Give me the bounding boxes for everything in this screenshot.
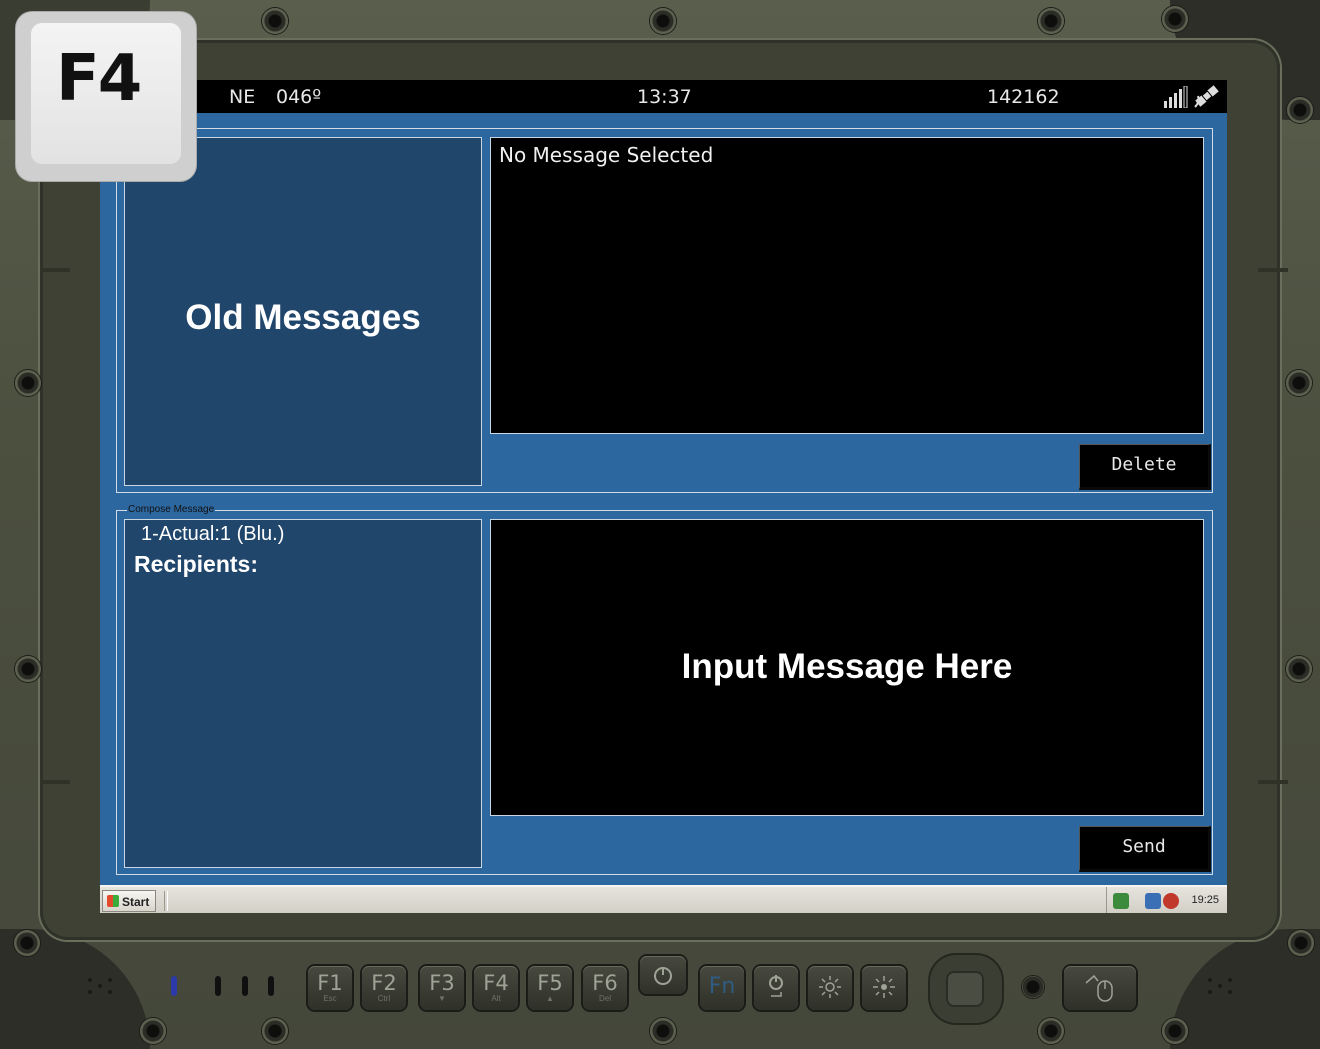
message-viewer[interactable]: No Message Selected	[490, 137, 1204, 434]
hw-key-brightness-down[interactable]	[808, 966, 852, 1010]
hw-mouse-button[interactable]	[1064, 966, 1136, 1010]
hw-key-brightness-up[interactable]	[862, 966, 906, 1010]
recipients-label: Recipients:	[134, 551, 258, 577]
screw-icon	[1038, 1018, 1064, 1044]
hw-key-f4[interactable]: F4 Alt	[474, 966, 518, 1010]
taskbar: Start 19:25	[100, 885, 1227, 913]
taskbar-separator	[164, 891, 168, 911]
bezel-notch	[40, 780, 70, 784]
camera-icon	[1022, 976, 1044, 998]
old-messages-title: Old Messages	[185, 298, 421, 337]
compass-heading: 046º	[276, 86, 322, 108]
hw-key-fn[interactable]: Fn	[700, 966, 744, 1010]
screw-icon	[262, 1018, 288, 1044]
hw-home-button[interactable]	[930, 955, 1002, 1023]
hw-key-sublabel: Del	[598, 994, 611, 1003]
recipients-list[interactable]: 1-Actual:1 (Blu.) Recipients:	[124, 519, 482, 868]
signal-strength-icon	[1164, 86, 1188, 108]
hw-key-label: F2	[371, 971, 397, 995]
security-shield-icon[interactable]	[1113, 893, 1129, 909]
screw-icon	[140, 1018, 166, 1044]
old-messages-list[interactable]: Old Messages	[124, 137, 482, 486]
hw-power-button[interactable]	[640, 956, 686, 994]
hw-key-f5[interactable]: F5 ▲	[528, 966, 572, 1010]
hw-key-sublabel: ▲	[546, 994, 554, 1003]
message-input[interactable]: Input Message Here	[490, 519, 1204, 816]
hw-key-f6[interactable]: F6 Del	[583, 966, 627, 1010]
recipient-item[interactable]: 1-Actual:1 (Blu.)	[141, 523, 284, 546]
windows-logo-icon	[107, 895, 119, 907]
brightness-icon	[873, 976, 895, 998]
start-button[interactable]: Start	[102, 890, 156, 912]
network-icon[interactable]	[1145, 893, 1161, 909]
hw-key-standby[interactable]	[754, 966, 798, 1010]
volume-muted-icon[interactable]	[1163, 893, 1179, 909]
hw-key-label: F6	[592, 971, 618, 995]
status-time: 13:37	[637, 86, 692, 108]
status-bar: NE 046º 13:37 142162	[100, 80, 1227, 113]
standby-icon	[769, 975, 783, 997]
screw-icon	[1287, 97, 1313, 123]
hw-key-sublabel: ▼	[438, 994, 446, 1003]
hw-home-button-face	[946, 971, 984, 1007]
screw-icon	[1286, 656, 1312, 682]
hw-key-f1[interactable]: F1 Esc	[308, 966, 352, 1010]
status-led	[268, 976, 274, 996]
device-screen: NE 046º 13:37 142162 e Old Messages No M…	[100, 80, 1227, 913]
hw-key-f3[interactable]: F3 ▼	[420, 966, 464, 1010]
screw-icon	[1286, 370, 1312, 396]
brightness-icon	[819, 976, 841, 998]
satellite-icon	[1194, 85, 1219, 108]
screw-icon	[262, 8, 288, 34]
hw-key-f2[interactable]: F2 Ctrl	[362, 966, 406, 1010]
send-button[interactable]: Send	[1079, 826, 1211, 872]
screw-icon	[1288, 930, 1314, 956]
hw-key-sublabel: Alt	[491, 994, 501, 1003]
hw-key-label: F4	[483, 971, 509, 995]
start-label: Start	[122, 895, 150, 909]
grid-reference: 142162	[987, 86, 1060, 108]
bezel-notch	[1258, 268, 1288, 272]
message-input-prompt: Input Message Here	[681, 647, 1013, 686]
screw-icon	[1162, 1018, 1188, 1044]
hw-key-label: F5	[537, 971, 563, 995]
bezel-notch	[40, 268, 70, 272]
speaker-grille	[88, 978, 118, 1002]
screw-icon	[14, 930, 40, 956]
f4-key-badge: F4	[16, 12, 196, 181]
taskbar-clock: 19:25	[1191, 894, 1219, 906]
screw-icon	[1038, 8, 1064, 34]
screw-icon	[1162, 6, 1188, 32]
message-viewer-text: No Message Selected	[499, 143, 714, 167]
system-tray: 19:25	[1106, 887, 1227, 913]
mouse-icon	[1085, 974, 1113, 1002]
compose-panel-caption: Compose Message	[127, 504, 216, 516]
screw-icon	[15, 656, 41, 682]
screw-icon	[650, 8, 676, 34]
hw-key-label: Fn	[708, 974, 736, 999]
screw-icon	[15, 370, 41, 396]
screw-icon	[650, 1018, 676, 1044]
power-icon	[654, 967, 672, 985]
status-led	[215, 976, 221, 996]
delete-button[interactable]: Delete	[1079, 444, 1211, 490]
compose-panel: Compose Message 1-Actual:1 (Blu.) Recipi…	[116, 504, 1213, 875]
hw-key-label: F1	[317, 971, 343, 995]
bezel-notch	[1258, 780, 1288, 784]
hw-key-sublabel: Esc	[323, 994, 337, 1003]
f4-key-label: F4	[56, 42, 142, 116]
status-led	[171, 976, 177, 996]
hw-key-sublabel: Ctrl	[377, 994, 391, 1003]
speaker-grille	[1208, 978, 1238, 1002]
f4-key-face: F4	[30, 22, 182, 165]
hw-key-label: F3	[429, 971, 455, 995]
inbox-panel: e Old Messages No Message Selected Delet…	[116, 122, 1213, 493]
compass-direction: NE	[229, 86, 256, 108]
status-led	[242, 976, 248, 996]
